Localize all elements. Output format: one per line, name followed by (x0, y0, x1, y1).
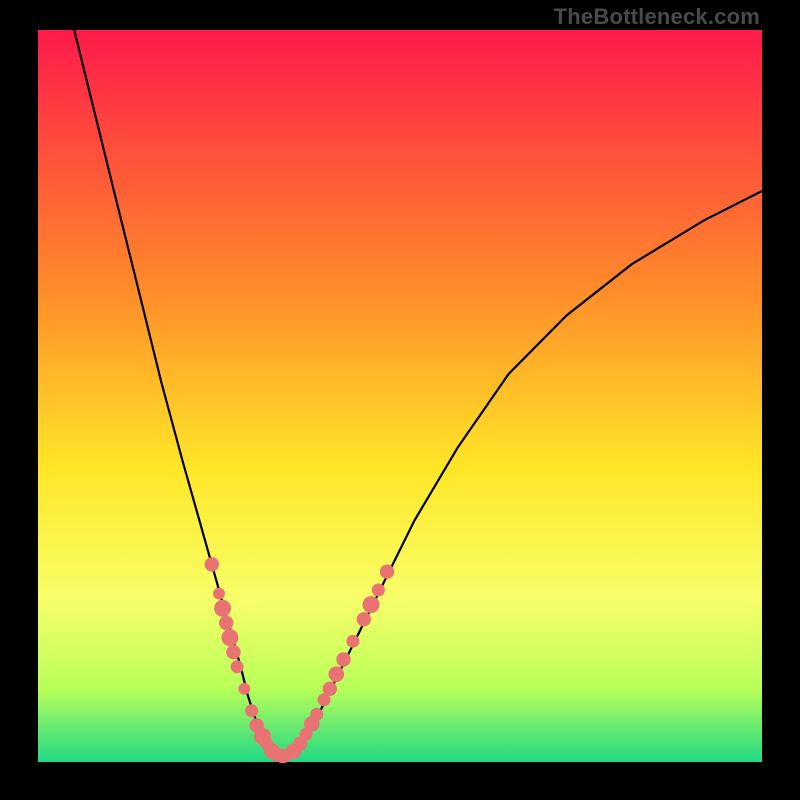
chart-frame: TheBottleneck.com (0, 0, 800, 800)
plot-area (38, 30, 762, 762)
curve-marker (372, 584, 385, 597)
curve-marker (329, 666, 345, 682)
curve-marker (219, 616, 233, 630)
curve-marker (346, 635, 359, 648)
curve-marker (323, 682, 337, 696)
curve-marker (231, 660, 244, 673)
bottleneck-curve (74, 30, 762, 756)
curve-marker (336, 652, 350, 666)
curve-marker (245, 704, 258, 717)
curve-markers (205, 557, 395, 763)
curve-marker (214, 600, 231, 617)
curve-marker (357, 612, 371, 626)
curve-marker (226, 645, 240, 659)
curve-svg (38, 30, 762, 762)
curve-marker (205, 557, 219, 571)
curve-marker (221, 629, 238, 646)
curve-marker (363, 596, 380, 613)
curve-marker (213, 588, 225, 600)
curve-marker (238, 683, 250, 695)
curve-marker (310, 708, 323, 721)
watermark-text: TheBottleneck.com (554, 4, 760, 30)
curve-marker (380, 565, 394, 579)
